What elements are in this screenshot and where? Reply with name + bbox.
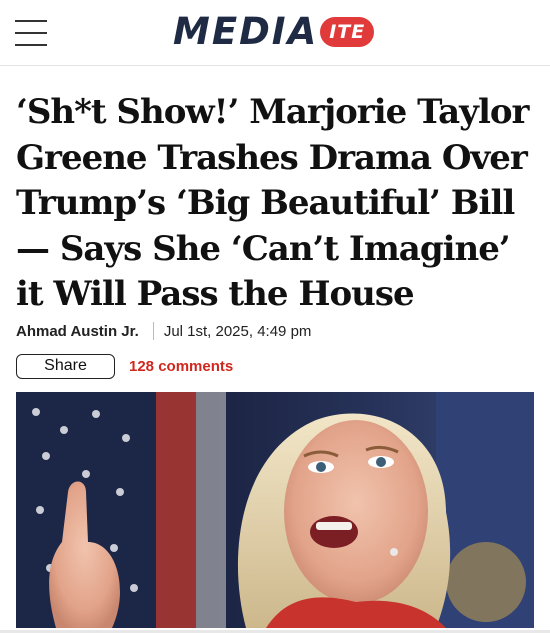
byline: Ahmad Austin Jr. Jul 1st, 2025, 4:49 pm xyxy=(16,320,536,342)
menu-bar xyxy=(15,32,47,34)
article-headline: ‘Sh*t Show!’ Marjorie Taylor Greene Tras… xyxy=(16,92,529,314)
logo-badge: ITE xyxy=(320,17,375,47)
hero-photo-illustration xyxy=(16,392,534,628)
article-actions: Share 128 comments xyxy=(16,353,233,379)
comments-link[interactable]: 128 comments xyxy=(129,358,233,375)
logo-wordmark: MEDIA xyxy=(173,10,319,53)
publish-date: Jul 1st, 2025, 4:49 pm xyxy=(163,322,312,340)
share-button[interactable]: Share xyxy=(16,353,115,379)
menu-bar xyxy=(15,44,47,46)
site-logo[interactable]: MEDIA ITE xyxy=(173,10,375,53)
byline-divider xyxy=(152,322,154,340)
hero-image xyxy=(16,392,534,628)
hamburger-menu-icon[interactable] xyxy=(15,20,49,46)
menu-bar xyxy=(15,20,47,22)
author-name[interactable]: Ahmad Austin Jr. xyxy=(16,323,139,340)
site-header: MEDIA ITE xyxy=(0,0,550,66)
